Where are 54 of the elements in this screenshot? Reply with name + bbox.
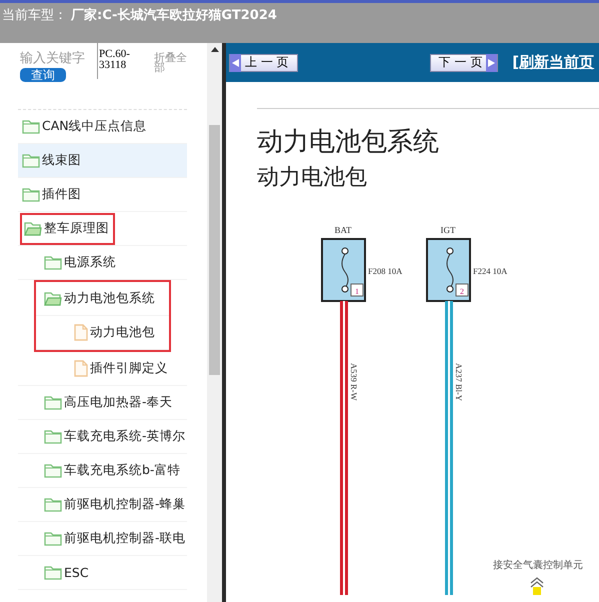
- search-field[interactable]: 输入关键字: [20, 49, 100, 68]
- tree-item[interactable]: ESC: [42, 556, 187, 588]
- pin-number: 2: [460, 287, 464, 296]
- left-arrow-icon: [232, 58, 239, 66]
- document-title: 动力电池包系统: [257, 126, 440, 159]
- tree-item[interactable]: 动力电池包: [72, 316, 169, 348]
- fuse-name: IGT: [440, 225, 456, 235]
- folder-icon: [44, 497, 62, 512]
- pin-number: 1: [355, 287, 359, 296]
- up-arrow-icon: [530, 577, 544, 595]
- scrollbar-thumb[interactable]: [209, 125, 220, 375]
- fuse-drawing: [426, 238, 471, 302]
- tree-item[interactable]: 动力电池包系统: [42, 282, 169, 314]
- fuse-rating: F208 10A: [368, 266, 402, 276]
- tree-item[interactable]: 电源系统: [42, 246, 187, 278]
- document-subtitle: 动力电池包: [257, 164, 368, 192]
- search-button[interactable]: 查询: [20, 68, 66, 82]
- previous-page-button[interactable]: 上 一 页: [229, 54, 298, 72]
- folder-icon: [44, 565, 62, 580]
- folder-icon: [44, 255, 62, 270]
- tree-item[interactable]: 整车原理图: [20, 212, 115, 244]
- open-folder-icon: [44, 291, 62, 306]
- fuse-drawing: [321, 238, 366, 302]
- destination-label: 接安全气囊控制单元: [493, 560, 583, 571]
- folder-icon: [44, 531, 62, 546]
- tree-item[interactable]: 前驱电机控制器-蜂巢: [42, 488, 190, 520]
- vehicle-model: 厂家:C-长城汽车欧拉好猫GT2024: [71, 6, 277, 24]
- scroll-up-icon[interactable]: [210, 47, 218, 52]
- open-folder-icon: [24, 221, 42, 236]
- tree-item[interactable]: 插件图: [20, 178, 187, 210]
- tree-item[interactable]: 车载充电系统b-富特: [42, 454, 187, 486]
- document-icon: [74, 360, 88, 377]
- document-icon: [74, 324, 88, 341]
- fuse-rating: F224 10A: [473, 266, 508, 276]
- scrollbar[interactable]: [207, 43, 222, 602]
- vehicle-label: 当前车型：: [2, 7, 67, 24]
- tree-item[interactable]: 车载充电系统-英博尔: [42, 420, 190, 452]
- tree-item[interactable]: CAN线中压点信息: [20, 110, 187, 142]
- folder-icon: [22, 187, 40, 202]
- wire-label: A237 Bl-Y: [454, 363, 464, 402]
- next-page-button[interactable]: 下 一 页: [430, 54, 498, 72]
- tree-item[interactable]: 前驱电机控制器-联电: [42, 522, 190, 554]
- refresh-page-link[interactable]: [刷新当前页: [512, 53, 594, 72]
- tree-item[interactable]: 高压电加热器-奉天: [42, 386, 187, 418]
- folder-icon: [44, 395, 62, 410]
- folder-icon: [22, 119, 40, 134]
- folder-icon: [44, 429, 62, 444]
- folder-icon: [22, 153, 40, 168]
- tree-item[interactable]: 插件引脚定义: [72, 352, 187, 384]
- fuse-name: BAT: [334, 225, 352, 235]
- right-arrow-icon: [488, 58, 496, 66]
- folder-icon: [44, 463, 62, 478]
- model-code: PC.60-33118: [97, 43, 151, 79]
- wire-label: A539 R-W: [349, 363, 359, 401]
